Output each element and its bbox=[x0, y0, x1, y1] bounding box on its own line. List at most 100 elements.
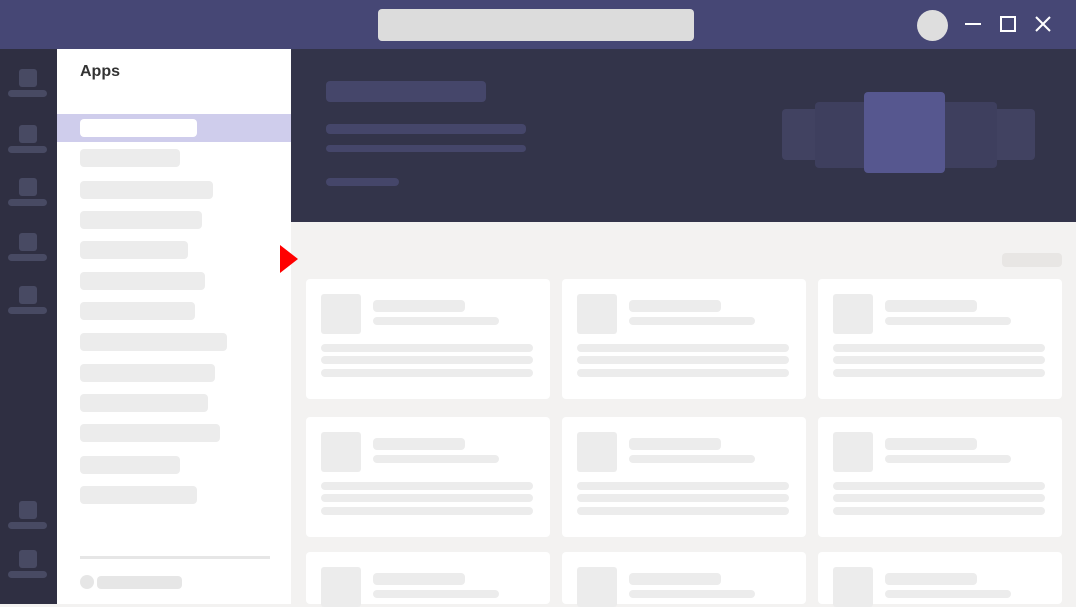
nav-item-selected[interactable] bbox=[57, 114, 291, 142]
app-card[interactable] bbox=[818, 552, 1062, 607]
app-card-text bbox=[833, 482, 1045, 490]
rail-item-icon bbox=[19, 69, 37, 87]
nav-item[interactable] bbox=[80, 211, 202, 229]
nav-item[interactable] bbox=[80, 241, 188, 259]
app-card-text bbox=[321, 344, 533, 352]
hero-banner bbox=[291, 49, 1076, 222]
app-card-title bbox=[629, 300, 721, 312]
app-rail bbox=[0, 49, 57, 604]
nav-item[interactable] bbox=[80, 456, 180, 474]
app-card-subtitle bbox=[885, 317, 1011, 325]
hero-subtitle bbox=[326, 124, 526, 134]
app-card-subtitle bbox=[629, 455, 755, 463]
app-card-title bbox=[373, 300, 465, 312]
app-card-text bbox=[833, 369, 1045, 377]
nav-item[interactable] bbox=[80, 272, 205, 290]
app-card-subtitle bbox=[885, 590, 1011, 598]
hero-link[interactable] bbox=[326, 178, 399, 186]
rail-item-label bbox=[8, 90, 47, 97]
app-card-icon bbox=[321, 294, 361, 334]
app-card-text bbox=[321, 356, 533, 364]
rail-item-icon bbox=[19, 125, 37, 143]
app-card-title bbox=[885, 300, 977, 312]
nav-item[interactable] bbox=[80, 424, 220, 442]
app-card-text bbox=[833, 344, 1045, 352]
see-all-link[interactable] bbox=[1002, 253, 1062, 267]
app-card-icon bbox=[833, 294, 873, 334]
panel-title: Apps bbox=[80, 63, 120, 80]
app-card-icon bbox=[833, 432, 873, 472]
app-card-icon bbox=[321, 432, 361, 472]
footer-link[interactable] bbox=[97, 576, 182, 589]
app-card-subtitle bbox=[373, 317, 499, 325]
app-card-title bbox=[629, 438, 721, 450]
rail-item-label bbox=[8, 146, 47, 153]
app-card[interactable] bbox=[562, 552, 806, 607]
app-card[interactable] bbox=[562, 279, 806, 399]
rail-item-icon bbox=[19, 550, 37, 568]
app-card-icon bbox=[833, 567, 873, 607]
rail-item-icon bbox=[19, 286, 37, 304]
rail-item[interactable] bbox=[8, 286, 47, 318]
nav-item[interactable] bbox=[80, 394, 208, 412]
search-box[interactable] bbox=[378, 9, 694, 41]
app-card[interactable] bbox=[818, 279, 1062, 399]
app-card-text bbox=[833, 356, 1045, 364]
nav-item[interactable] bbox=[80, 181, 213, 199]
app-card-subtitle bbox=[629, 317, 755, 325]
close-button[interactable] bbox=[1032, 13, 1054, 35]
rail-item-label bbox=[8, 522, 47, 529]
app-card-text bbox=[321, 507, 533, 515]
nav-item-label bbox=[80, 119, 197, 137]
rail-item[interactable] bbox=[8, 550, 47, 582]
rail-item[interactable] bbox=[8, 501, 47, 533]
app-card[interactable] bbox=[306, 279, 550, 399]
app-card[interactable] bbox=[562, 417, 806, 537]
hero-tile-center bbox=[864, 92, 945, 173]
minimize-icon bbox=[965, 23, 981, 25]
hero-title bbox=[326, 81, 486, 102]
app-card-text bbox=[577, 494, 789, 502]
app-card-text bbox=[321, 494, 533, 502]
nav-item[interactable] bbox=[80, 364, 215, 382]
rail-item-icon bbox=[19, 233, 37, 251]
app-card-icon bbox=[577, 432, 617, 472]
nav-item[interactable] bbox=[80, 333, 227, 351]
rail-item-icon bbox=[19, 178, 37, 196]
app-card-text bbox=[833, 507, 1045, 515]
hero-description bbox=[326, 145, 526, 152]
app-card-text bbox=[577, 356, 789, 364]
rail-item[interactable] bbox=[8, 69, 47, 101]
rail-item-label bbox=[8, 307, 47, 314]
app-card-text bbox=[577, 482, 789, 490]
rail-item-label bbox=[8, 254, 47, 261]
rail-item[interactable] bbox=[8, 233, 47, 265]
app-card-title bbox=[373, 573, 465, 585]
app-card-icon bbox=[577, 567, 617, 607]
divider bbox=[80, 556, 270, 559]
close-icon bbox=[1035, 16, 1051, 32]
rail-item[interactable] bbox=[8, 125, 47, 157]
rail-item-icon bbox=[19, 501, 37, 519]
app-card-title bbox=[885, 573, 977, 585]
app-card-subtitle bbox=[629, 590, 755, 598]
app-card[interactable] bbox=[306, 552, 550, 607]
app-card-icon bbox=[321, 567, 361, 607]
app-card-subtitle bbox=[885, 455, 1011, 463]
maximize-button[interactable] bbox=[997, 13, 1019, 35]
pointer-arrow-icon bbox=[280, 245, 298, 273]
app-card-subtitle bbox=[373, 590, 499, 598]
app-card[interactable] bbox=[306, 417, 550, 537]
app-card-subtitle bbox=[373, 455, 499, 463]
nav-item[interactable] bbox=[80, 302, 195, 320]
nav-item[interactable] bbox=[80, 149, 180, 167]
app-card[interactable] bbox=[818, 417, 1062, 537]
nav-item[interactable] bbox=[80, 486, 197, 504]
minimize-button[interactable] bbox=[962, 13, 984, 35]
footer-icon bbox=[80, 575, 94, 589]
app-card-icon bbox=[577, 294, 617, 334]
app-card-text bbox=[577, 507, 789, 515]
app-card-title bbox=[885, 438, 977, 450]
avatar[interactable] bbox=[917, 10, 948, 41]
rail-item[interactable] bbox=[8, 178, 47, 210]
